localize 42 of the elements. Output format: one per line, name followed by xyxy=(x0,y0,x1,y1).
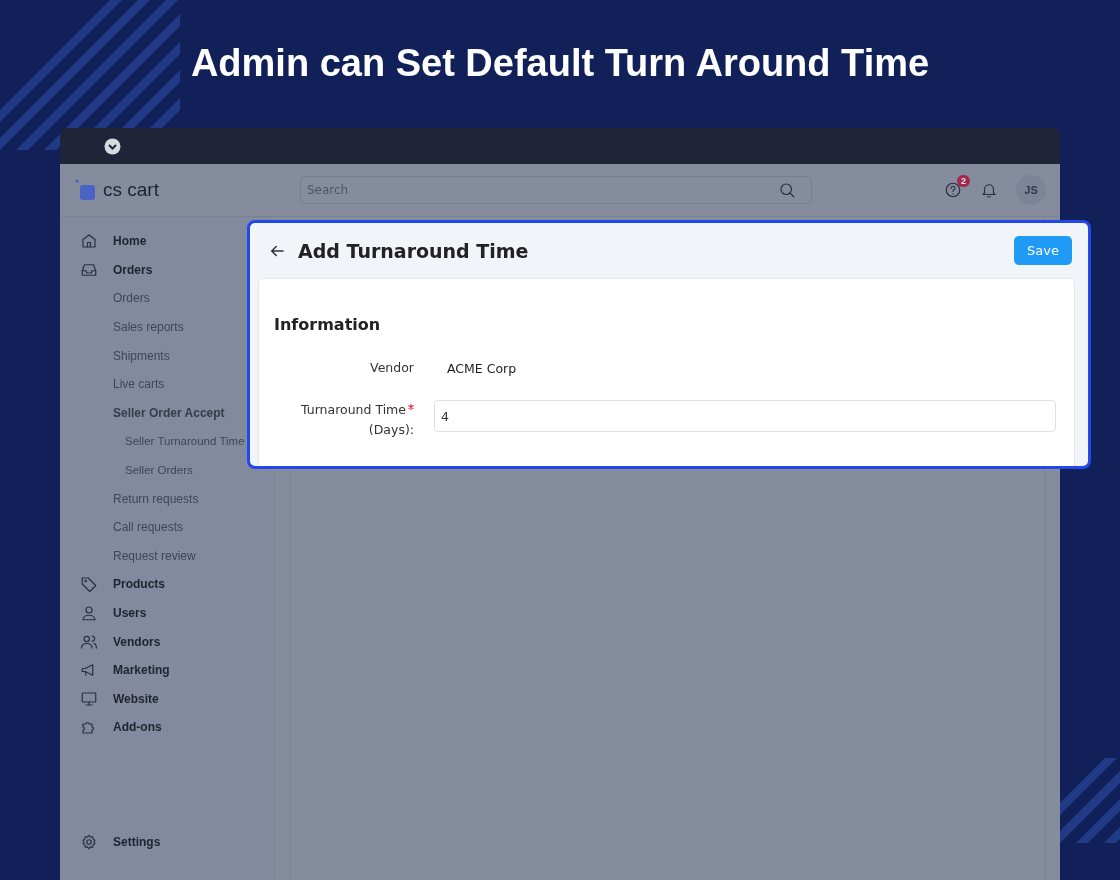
field-label: Vendor xyxy=(370,359,414,377)
sidebar-item[interactable]: Users xyxy=(113,606,147,620)
sidebar-item[interactable]: Return requests xyxy=(113,491,199,506)
user-avatar[interactable]: JS xyxy=(1016,175,1046,205)
sidebar-item[interactable]: Shipments xyxy=(113,348,170,363)
sidebar-item[interactable]: Vendors xyxy=(113,634,161,649)
notification-badge: 2 xyxy=(957,175,970,187)
save-button[interactable]: Save xyxy=(1014,236,1072,265)
sidebar-item[interactable]: Products xyxy=(113,577,165,592)
monitor-icon xyxy=(80,689,98,708)
sidebar-item[interactable]: Website xyxy=(113,691,159,706)
chevron-down-icon[interactable] xyxy=(104,137,121,155)
search-icon xyxy=(778,181,796,199)
input-field[interactable]: 4 xyxy=(434,400,1056,432)
logo-icon xyxy=(75,179,97,201)
sidebar-item[interactable]: Home xyxy=(113,234,147,249)
sidebar-item[interactable]: Settings xyxy=(113,834,161,849)
sidebar-item[interactable]: Request review xyxy=(113,548,196,563)
sidebar-item[interactable]: Orders xyxy=(113,262,153,277)
field-label: (Days): xyxy=(368,421,414,439)
sidebar-item[interactable]: Live carts xyxy=(113,377,165,392)
headline: Admin can Set Default Turn Around Time xyxy=(190,42,930,86)
sidebar-item[interactable]: Orders xyxy=(113,291,150,306)
sidebar-item[interactable]: Seller Orders xyxy=(125,464,193,477)
dialog-title: Add Turnaround Time xyxy=(298,239,529,262)
bell-icon xyxy=(980,181,998,199)
home-icon xyxy=(80,232,98,251)
sidebar-item[interactable]: Call requests xyxy=(113,520,184,535)
users-icon xyxy=(80,632,98,651)
sidebar-item[interactable]: Sales reports xyxy=(113,320,184,335)
tag-icon xyxy=(80,575,98,594)
user-icon xyxy=(80,604,98,622)
help-icon xyxy=(944,181,962,199)
logo-text: cs cart xyxy=(103,179,159,201)
field-value: ACME Corp xyxy=(446,360,518,376)
field-label: Turnaround Time xyxy=(300,400,414,420)
sidebar-item[interactable]: Seller Turnaround Time xyxy=(125,435,245,448)
sidebar-item[interactable]: Seller Order Accept xyxy=(113,405,225,420)
section-title: Information xyxy=(274,315,382,334)
settings-icon xyxy=(80,832,98,851)
sidebar-item[interactable]: Add-ons xyxy=(113,720,162,735)
sidebar-item[interactable]: Marketing xyxy=(113,663,170,678)
